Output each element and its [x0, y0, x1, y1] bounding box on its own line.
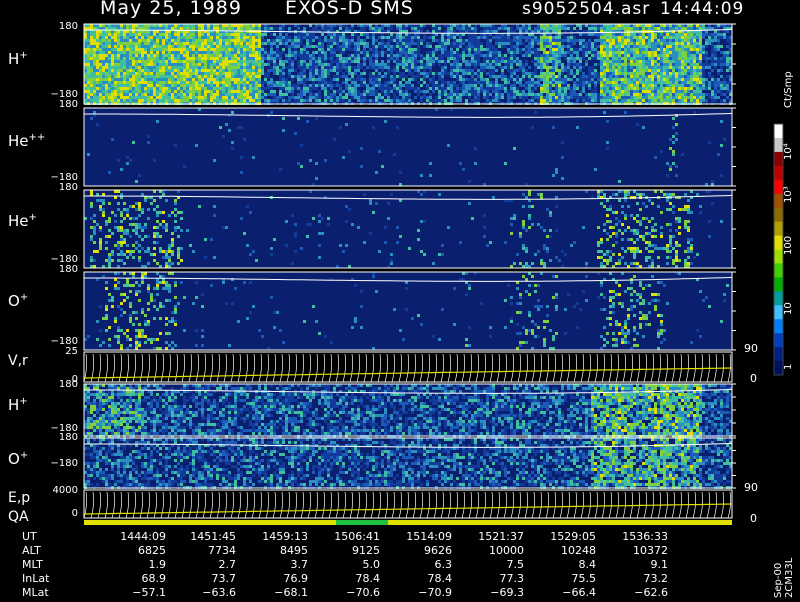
table-cell: −66.4	[538, 586, 596, 599]
panel-label-qa: QA	[8, 509, 29, 525]
qa-strip-segment	[336, 520, 388, 525]
colorbar-swatch	[774, 124, 783, 138]
table-cell: 1451:45	[178, 530, 236, 543]
ytick-top: 4000	[38, 485, 78, 496]
colorbar-swatch	[774, 194, 783, 208]
colorbar-swatch	[774, 333, 783, 347]
table-cell: −62.6	[610, 586, 668, 599]
table-cell: 77.3	[466, 572, 524, 585]
table-cell: 1521:37	[466, 530, 524, 543]
table-cell: 8495	[250, 544, 308, 557]
colorbar-tick: 100	[783, 236, 794, 255]
colorbar-swatch	[774, 250, 783, 264]
table-cell: 73.2	[610, 572, 668, 585]
panel-label-he-plus: He+	[8, 212, 37, 230]
table-cell: 1536:33	[610, 530, 668, 543]
table-cell: 6825	[108, 544, 166, 557]
colorbar-swatch	[774, 166, 783, 180]
rtick-top: 90	[744, 342, 758, 355]
ytick-top: 180	[38, 99, 78, 110]
rtick-bottom: 0	[750, 372, 757, 385]
table-cell: 73.7	[178, 572, 236, 585]
colorbar-swatch	[774, 138, 783, 152]
colorbar-tick: 10	[783, 302, 794, 315]
table-cell: 1.9	[108, 558, 166, 571]
table-row-label: MLat	[22, 586, 49, 599]
table-cell: 9.1	[610, 558, 668, 571]
ytick-bottom: 0	[38, 508, 78, 519]
table-cell: 1514:09	[394, 530, 452, 543]
colorbar-unit: Ct/Smp	[783, 71, 794, 108]
colorbar-swatch	[774, 305, 783, 319]
ytick-top: 180	[38, 182, 78, 193]
table-cell: −63.6	[178, 586, 236, 599]
colorbar-swatch	[774, 263, 783, 277]
panel-label-o-plus: O+	[8, 292, 28, 310]
colorbar-swatch	[774, 347, 783, 361]
table-row-label: ALT	[22, 544, 41, 557]
table-cell: 9125	[322, 544, 380, 557]
table-row-label: MLT	[22, 558, 43, 571]
colorbar-swatch	[774, 208, 783, 222]
table-cell: 78.4	[394, 572, 452, 585]
table-cell: 75.5	[538, 572, 596, 585]
table-cell: 7734	[178, 544, 236, 557]
ytick-top: 180	[38, 21, 78, 32]
table-row-label: UT	[22, 530, 37, 543]
table-cell: −57.1	[108, 586, 166, 599]
panel-label-ep: E,p	[8, 490, 30, 506]
panel-label-h-plus-2: H+	[8, 396, 28, 414]
colorbar-swatch	[774, 180, 783, 194]
table-cell: 1459:13	[250, 530, 308, 543]
ytick-top: 25	[38, 346, 78, 357]
table-cell: 10372	[610, 544, 668, 557]
rtick-top: 90	[744, 481, 758, 494]
colorbar-tick: 10⁴	[783, 143, 794, 160]
colorbar-tick: 1	[783, 364, 794, 370]
table-cell: 1529:05	[538, 530, 596, 543]
ytick-top: 180	[38, 264, 78, 275]
table-cell: −68.1	[250, 586, 308, 599]
ytick-top: 180	[38, 432, 78, 443]
colorbar-swatch	[774, 291, 783, 305]
table-cell: 2.7	[178, 558, 236, 571]
colorbar-swatch	[774, 236, 783, 250]
table-cell: −70.9	[394, 586, 452, 599]
table-cell: 8.4	[538, 558, 596, 571]
panel-label-h-plus: H+	[8, 50, 28, 68]
table-cell: −69.3	[466, 586, 524, 599]
table-cell: 1506:41	[322, 530, 380, 543]
rtick-bottom: 0	[750, 512, 757, 525]
footer-stamp: Sep-00 2CM33L	[773, 558, 795, 598]
ytick-top: 180	[38, 379, 78, 390]
spectrogram-plot	[0, 0, 800, 600]
panel-label-vr: V,r	[8, 353, 28, 369]
table-cell: 5.0	[322, 558, 380, 571]
panel-label-o-plus-2: O+	[8, 450, 28, 468]
table-cell: 76.9	[250, 572, 308, 585]
table-row-label: InLat	[22, 572, 49, 585]
colorbar-swatch	[774, 222, 783, 236]
table-cell: 10000	[466, 544, 524, 557]
ytick-bottom: −180	[38, 458, 78, 469]
colorbar-swatch	[774, 361, 783, 375]
table-cell: 7.5	[466, 558, 524, 571]
table-cell: 3.7	[250, 558, 308, 571]
colorbar-swatch	[774, 277, 783, 291]
table-cell: 6.3	[394, 558, 452, 571]
colorbar-swatch	[774, 319, 783, 333]
ephemeris-table: UT 1444:09 1451:45 1459:13 1506:41 1514:09 152…	[0, 530, 740, 602]
table-cell: 68.9	[108, 572, 166, 585]
spectrogram-cells	[84, 24, 732, 105]
table-cell: 1444:09	[108, 530, 166, 543]
panel-label-he-plus-plus: He++	[8, 132, 45, 150]
table-cell: 78.4	[322, 572, 380, 585]
spectrogram-background	[84, 108, 732, 186]
colorbar-tick: 10³	[783, 186, 794, 203]
table-cell: −70.6	[322, 586, 380, 599]
colorbar-swatch	[774, 152, 783, 166]
qa-strip	[84, 520, 732, 525]
table-cell: 9626	[394, 544, 452, 557]
table-cell: 10248	[538, 544, 596, 557]
